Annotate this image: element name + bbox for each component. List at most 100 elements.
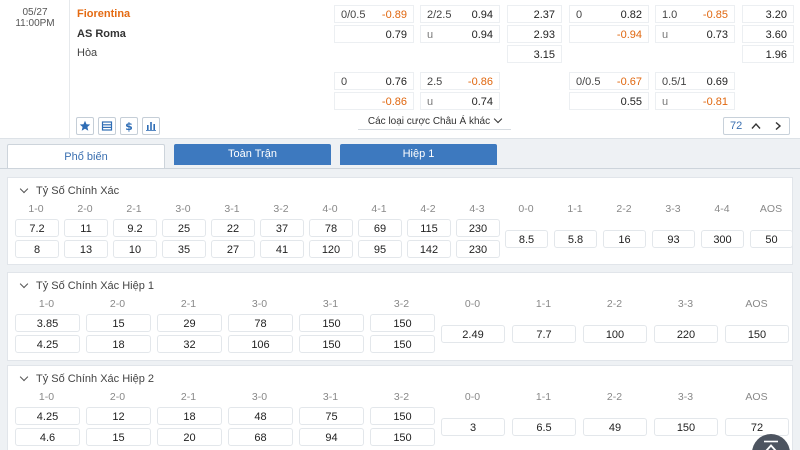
- home-score-odd[interactable]: 4.25: [15, 407, 80, 425]
- home-score-odd[interactable]: 18: [157, 407, 222, 425]
- away-score-odd[interactable]: 10: [113, 240, 157, 258]
- home-score-odd[interactable]: 230: [456, 219, 500, 237]
- away-score-odd[interactable]: 120: [309, 240, 353, 258]
- draw-score-odd[interactable]: 150: [654, 418, 718, 436]
- home-score-odd[interactable]: 150: [299, 314, 364, 332]
- ou-h1-under-odd-2[interactable]: u -0.81: [655, 92, 735, 110]
- away-score-odd[interactable]: 15: [86, 428, 151, 446]
- away-score-odd[interactable]: 18: [86, 335, 151, 353]
- x12-h1-away-odd[interactable]: 3.60: [742, 25, 794, 43]
- hdp-line: 0: [576, 9, 583, 21]
- home-score-odd[interactable]: 9.2: [113, 219, 157, 237]
- section-title[interactable]: Tỷ Số Chính Xác Hiệp 2: [19, 372, 154, 385]
- home-score-odd[interactable]: 29: [157, 314, 222, 332]
- x12-ft-away-odd[interactable]: 2.93: [507, 25, 562, 43]
- chevron-up-icon[interactable]: [748, 119, 764, 133]
- ou-h1-over-odd-2[interactable]: 0.5/1 0.69: [655, 72, 735, 90]
- away-score-odd[interactable]: 13: [64, 240, 108, 258]
- tab-full-match[interactable]: Toàn Trận: [174, 144, 331, 165]
- away-score-odd[interactable]: 8: [15, 240, 59, 258]
- away-score-odd[interactable]: 142: [407, 240, 451, 258]
- tab-first-half[interactable]: Hiệp 1: [340, 144, 497, 165]
- home-score-odd[interactable]: 150: [370, 407, 435, 425]
- home-score-odd[interactable]: 69: [358, 219, 402, 237]
- odd-value: -0.94: [616, 29, 642, 41]
- home-score-odd[interactable]: 25: [162, 219, 206, 237]
- home-score-odd[interactable]: 78: [309, 219, 353, 237]
- hdp-ft-home-odd-2[interactable]: 0 0.76: [334, 72, 414, 90]
- draw-score-odd[interactable]: 16: [603, 230, 646, 248]
- hdp-h1-away-odd[interactable]: -0.94: [569, 25, 649, 43]
- home-score-odd[interactable]: 115: [407, 219, 451, 237]
- home-score-odd[interactable]: 78: [228, 314, 293, 332]
- away-score-odd[interactable]: 35: [162, 240, 206, 258]
- hdp-ft-away-odd-2[interactable]: -0.86: [334, 92, 414, 110]
- list-icon[interactable]: [98, 117, 116, 135]
- away-score-odd[interactable]: 150: [299, 335, 364, 353]
- away-score-odd[interactable]: 230: [456, 240, 500, 258]
- ou-h1-over-odd[interactable]: 1.0 -0.85: [655, 5, 735, 23]
- away-score-odd[interactable]: 150: [370, 428, 435, 446]
- x12-h1-draw-odd[interactable]: 1.96: [742, 45, 794, 63]
- tab-popular[interactable]: Phổ biến: [7, 144, 165, 169]
- draw-score-odd[interactable]: 300: [701, 230, 744, 248]
- section-title[interactable]: Tỷ Số Chính Xác: [19, 184, 119, 197]
- home-score-odd[interactable]: 150: [370, 314, 435, 332]
- away-score-odd[interactable]: 41: [260, 240, 304, 258]
- home-score-odd[interactable]: 37: [260, 219, 304, 237]
- more-markets-count[interactable]: 72: [723, 117, 790, 135]
- home-score-odd[interactable]: 75: [299, 407, 364, 425]
- home-score-odd[interactable]: 48: [228, 407, 293, 425]
- hdp-ft-away-odd[interactable]: 0.79: [334, 25, 414, 43]
- draw-score-odd[interactable]: 8.5: [505, 230, 548, 248]
- chart-icon[interactable]: [142, 117, 160, 135]
- x12-h1-home-odd[interactable]: 3.20: [742, 5, 794, 23]
- hdp-ft-home-odd[interactable]: 0/0.5 -0.89: [334, 5, 414, 23]
- draw-score-odd[interactable]: 93: [652, 230, 695, 248]
- draw-score-odd[interactable]: 7.7: [512, 325, 576, 343]
- ou-h1-under-odd[interactable]: u 0.73: [655, 25, 735, 43]
- hdp-h1-away-odd-2[interactable]: 0.55: [569, 92, 649, 110]
- star-icon[interactable]: [76, 117, 94, 135]
- draw-score-odd[interactable]: 49: [583, 418, 647, 436]
- draw-score-odd[interactable]: 3: [441, 418, 505, 436]
- away-score-odd[interactable]: 68: [228, 428, 293, 446]
- ou-ft-over-odd-2[interactable]: 2.5 -0.86: [420, 72, 500, 90]
- ou-ft-over-odd[interactable]: 2/2.5 0.94: [420, 5, 500, 23]
- away-score-odd[interactable]: 94: [299, 428, 364, 446]
- odd-value: 0.94: [471, 9, 493, 21]
- home-score-odd[interactable]: 11: [64, 219, 108, 237]
- draw-score-odd[interactable]: 50: [750, 230, 793, 248]
- other-asian-bets-toggle[interactable]: Các loại cược Châu Á khác: [358, 114, 511, 130]
- home-score-odd[interactable]: 15: [86, 314, 151, 332]
- away-score-odd[interactable]: 95: [358, 240, 402, 258]
- draw-score-odd[interactable]: 2.49: [441, 325, 505, 343]
- draw-score-odd[interactable]: 5.8: [554, 230, 597, 248]
- away-score-odd[interactable]: 106: [228, 335, 293, 353]
- dollar-icon[interactable]: $: [120, 117, 138, 135]
- home-score-odd[interactable]: 7.2: [15, 219, 59, 237]
- hdp-h1-home-odd[interactable]: 0 0.82: [569, 5, 649, 23]
- chevron-right-icon[interactable]: [770, 119, 786, 133]
- away-score-odd[interactable]: 32: [157, 335, 222, 353]
- away-score-odd[interactable]: 150: [370, 335, 435, 353]
- home-score-odd[interactable]: 3.85: [15, 314, 80, 332]
- x12-ft-draw-odd[interactable]: 3.15: [507, 45, 562, 63]
- x12-ft-home-odd[interactable]: 2.37: [507, 5, 562, 23]
- away-score-odd[interactable]: 20: [157, 428, 222, 446]
- home-score-odd[interactable]: 22: [211, 219, 255, 237]
- draw-score-odd[interactable]: 100: [583, 325, 647, 343]
- draw-score-odd[interactable]: 6.5: [512, 418, 576, 436]
- draw-score-odd[interactable]: 150: [725, 325, 789, 343]
- draw-score-odd[interactable]: 72: [725, 418, 789, 436]
- hdp-h1-home-odd-2[interactable]: 0/0.5 -0.67: [569, 72, 649, 90]
- away-score-odd[interactable]: 4.25: [15, 335, 80, 353]
- draw-score-odd[interactable]: 220: [654, 325, 718, 343]
- away-score-odd[interactable]: 4.6: [15, 428, 80, 446]
- ou-ft-under-odd[interactable]: u 0.94: [420, 25, 500, 43]
- ou-ft-under-odd-2[interactable]: u 0.74: [420, 92, 500, 110]
- away-score-odd[interactable]: 27: [211, 240, 255, 258]
- section-title[interactable]: Tỷ Số Chính Xác Hiệp 1: [19, 279, 154, 292]
- home-score-odd[interactable]: 12: [86, 407, 151, 425]
- odd-value: 2.37: [533, 9, 555, 21]
